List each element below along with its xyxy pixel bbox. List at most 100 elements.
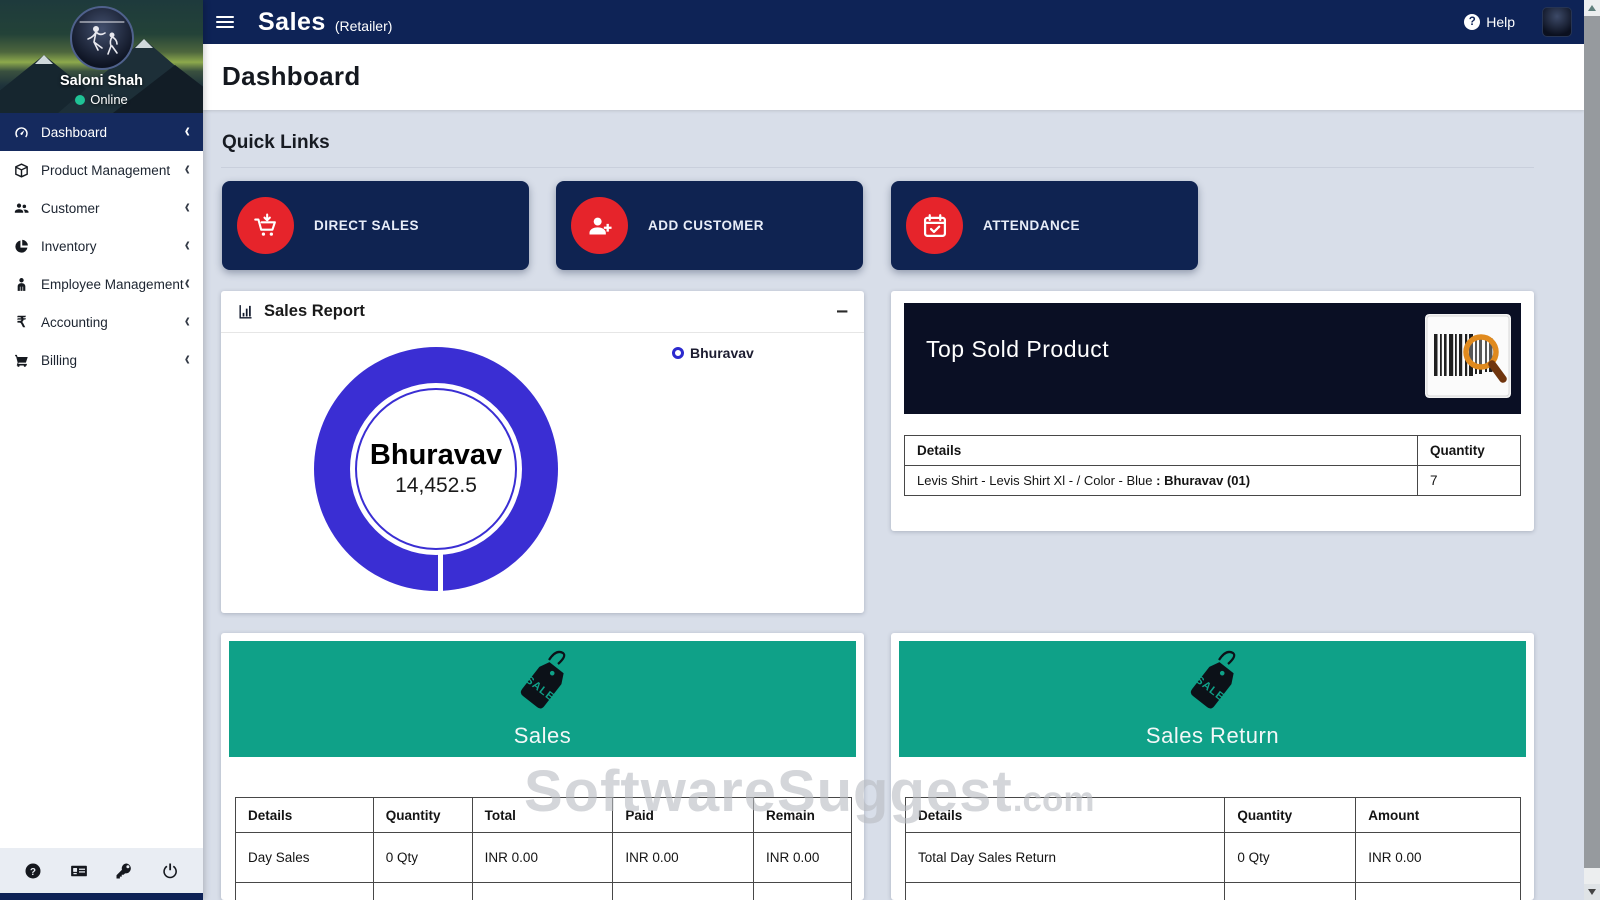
- amount-cell: INR 0.00: [1356, 833, 1521, 883]
- app-subtitle: (Retailer): [335, 11, 393, 34]
- column-header-quantity: Quantity: [373, 798, 472, 833]
- sales-report-title: Sales Report: [264, 302, 365, 321]
- chevron-left-icon: ‹: [185, 198, 190, 218]
- quick-link-attendance[interactable]: ATTENDANCE: [891, 181, 1198, 270]
- sidebar-bottom-strip: [0, 893, 203, 900]
- power-icon[interactable]: [161, 862, 179, 880]
- divider: [221, 167, 1534, 168]
- column-header-total: Total: [472, 798, 613, 833]
- scroll-up-button[interactable]: [1584, 0, 1600, 16]
- column-header-quantity: Quantity: [1418, 436, 1521, 466]
- app-window: Saloni Shah Online Dashboard ‹ Product M…: [0, 0, 1600, 900]
- cart-icon: [13, 352, 30, 369]
- donut-center-label: Bhuravav: [370, 440, 502, 472]
- vertical-scrollbar: [1584, 0, 1600, 900]
- collapse-minus-icon[interactable]: –: [836, 305, 848, 318]
- cart-arrow-down-icon: [237, 197, 294, 254]
- key-icon[interactable]: [115, 862, 133, 880]
- page-title: Dashboard: [222, 61, 361, 92]
- details-text: Levis Shirt - Levis Shirt Xl - / Color -…: [917, 473, 1156, 488]
- sales-return-title: Sales Return: [899, 723, 1526, 749]
- box-icon: [13, 162, 30, 179]
- sidebar-item-employee-management[interactable]: Employee Management ‹: [0, 265, 203, 303]
- quick-link-label: ADD CUSTOMER: [648, 218, 764, 233]
- sales-summary-title: Sales: [229, 723, 856, 749]
- table-row-partial: [236, 883, 852, 900]
- sidebar-profile: Saloni Shah Online: [0, 0, 203, 113]
- chevron-left-icon: ‹: [185, 236, 190, 256]
- quantity-cell: 0 Qty: [373, 833, 472, 883]
- table-header-row: Details Quantity Total Paid Remain: [236, 798, 852, 833]
- column-header-amount: Amount: [1356, 798, 1521, 833]
- online-status-dot: [75, 95, 85, 105]
- sidebar-menu: Dashboard ‹ Product Management ‹ Custome…: [0, 113, 203, 379]
- donut-inner-ring: Bhuravav 14,452.5: [355, 388, 517, 550]
- sidebar-item-dashboard[interactable]: Dashboard ‹: [0, 113, 203, 151]
- app-title: Sales: [258, 8, 326, 37]
- help-icon: ?: [1464, 14, 1480, 30]
- sidebar-item-label: Inventory: [41, 239, 97, 254]
- sale-tag-icon: SALE: [1181, 647, 1245, 717]
- avatar[interactable]: [70, 6, 134, 70]
- column-header-remain: Remain: [754, 798, 852, 833]
- quick-link-label: ATTENDANCE: [983, 218, 1080, 233]
- column-header-paid: Paid: [613, 798, 754, 833]
- svg-text:?: ?: [30, 866, 36, 877]
- calendar-check-icon: [906, 197, 963, 254]
- sidebar-item-billing[interactable]: Billing ‹: [0, 341, 203, 379]
- sidebar-item-inventory[interactable]: Inventory ‹: [0, 227, 203, 265]
- navbar-avatar[interactable]: [1542, 7, 1572, 37]
- column-header-details: Details: [906, 798, 1225, 833]
- navbar-right: ? Help: [1464, 7, 1572, 37]
- person-icon: [13, 276, 30, 293]
- sidebar-item-label: Dashboard: [41, 125, 107, 140]
- sales-summary-card: SALE Sales Details Quantity Total Paid R…: [221, 633, 864, 900]
- legend-ring-marker: [672, 347, 684, 359]
- sidebar-item-accounting[interactable]: ₹ Accounting ‹: [0, 303, 203, 341]
- sales-return-header: SALE Sales Return: [899, 641, 1526, 757]
- sidebar-item-label: Accounting: [41, 315, 108, 330]
- id-card-icon[interactable]: [70, 862, 88, 880]
- donut-chart[interactable]: Bhuravav 14,452.5: [314, 347, 558, 591]
- quick-link-direct-sales[interactable]: DIRECT SALES: [222, 181, 529, 270]
- sidebar-item-label: Product Management: [41, 163, 170, 178]
- paid-cell: INR 0.00: [613, 833, 754, 883]
- quick-link-add-customer[interactable]: ADD CUSTOMER: [556, 181, 863, 270]
- table-header-row: Details Quantity Amount: [906, 798, 1521, 833]
- table-row-partial: [906, 883, 1521, 900]
- scroll-down-button[interactable]: [1584, 884, 1600, 900]
- speedometer-icon: [13, 124, 30, 141]
- sidebar: Saloni Shah Online Dashboard ‹ Product M…: [0, 0, 203, 900]
- user-status-label: Online: [90, 92, 128, 107]
- sidebar-item-customer[interactable]: Customer ‹: [0, 189, 203, 227]
- down-arrow-icon: [1588, 889, 1596, 895]
- users-icon: [13, 200, 30, 217]
- table-header-row: Details Quantity: [905, 436, 1521, 466]
- bar-chart-icon: [237, 303, 254, 320]
- chart-legend-item[interactable]: Bhuravav: [672, 345, 754, 361]
- details-cell: Day Sales: [236, 833, 374, 883]
- details-cell: Total Day Sales Return: [906, 833, 1225, 883]
- question-circle-icon[interactable]: ?: [24, 862, 42, 880]
- column-header-details: Details: [905, 436, 1418, 466]
- user-status: Online: [0, 92, 203, 107]
- chevron-left-icon: ‹: [185, 160, 190, 180]
- top-sold-details-cell: Levis Shirt - Levis Shirt Xl - / Color -…: [905, 466, 1418, 496]
- help-button[interactable]: ? Help: [1464, 14, 1515, 30]
- sidebar-item-label: Billing: [41, 353, 77, 368]
- table-row: Total Day Sales Return 0 Qty INR 0.00: [906, 833, 1521, 883]
- column-header-quantity: Quantity: [1225, 798, 1356, 833]
- sales-report-card: Sales Report – Bhuravav 14,452.5 Bhurava…: [221, 291, 864, 613]
- hamburger-menu-icon[interactable]: [216, 13, 234, 31]
- sidebar-item-product-management[interactable]: Product Management ‹: [0, 151, 203, 189]
- chevron-left-icon: ‹: [185, 312, 190, 332]
- total-cell: INR 0.00: [472, 833, 613, 883]
- legend-label: Bhuravav: [690, 345, 754, 361]
- top-navbar: Sales (Retailer) ? Help: [203, 0, 1584, 44]
- up-arrow-icon: [1588, 5, 1596, 11]
- mountain-snow-graphic: [35, 55, 53, 64]
- top-sold-header: Top Sold Product: [904, 303, 1521, 414]
- pie-chart-icon: [13, 238, 30, 255]
- help-label: Help: [1486, 14, 1515, 30]
- scrollbar-thumb[interactable]: [1584, 16, 1600, 868]
